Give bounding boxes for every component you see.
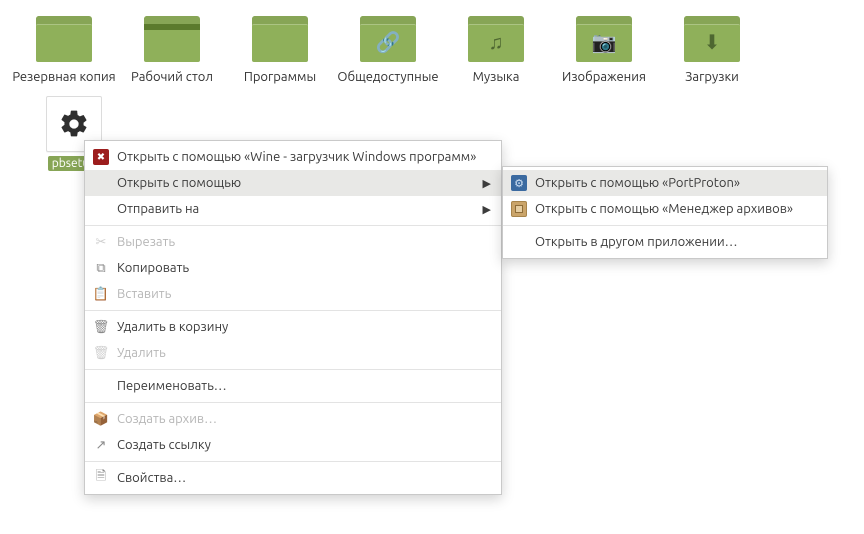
folder-icon: ♫ <box>468 16 524 64</box>
menu-item[interactable]: 🗎 Свойства… <box>85 465 501 491</box>
desktop-folder[interactable]: 📷 Изображения <box>550 10 658 84</box>
menu-separator <box>85 310 501 311</box>
desktop-folder[interactable]: 🔗 Общедоступные <box>334 10 442 84</box>
menu-item-label: Вырезать <box>117 235 491 249</box>
desktop-folder[interactable]: Резервная копия <box>10 10 118 84</box>
menu-item-label: Открыть с помощью <box>117 176 473 190</box>
menu-item: 📋 Вставить <box>85 281 501 307</box>
menu-item-label: Свойства… <box>117 471 491 485</box>
submenu-arrow-icon: ▶ <box>481 203 491 216</box>
desktop-folder-label: Загрузки <box>685 70 739 84</box>
context-submenu: Открыть с помощью «PortProton» Открыть с … <box>502 166 828 259</box>
desktop-folder-label: Общедоступные <box>337 70 438 84</box>
menu-item[interactable]: 🗑 Удалить в корзину <box>85 314 501 340</box>
menu-item[interactable]: Открыть с помощью «Wine - загрузчик Wind… <box>85 144 501 170</box>
link-icon: ↗ <box>96 438 107 453</box>
trash-icon: 🗑 <box>93 320 110 335</box>
menu-item: 🗑 Удалить <box>85 340 501 366</box>
folder-icon: 🔗 <box>360 16 416 64</box>
menu-item[interactable]: ⧉ Копировать <box>85 255 501 281</box>
folder-icon <box>144 16 200 64</box>
menu-item[interactable]: Открыть с помощью «PortProton» <box>503 170 827 196</box>
folder-icon: ⬇ <box>684 16 740 64</box>
portproton-icon <box>511 175 527 191</box>
cut-icon: ✂ <box>96 235 107 250</box>
desktop-folder-label: Изображения <box>562 70 646 84</box>
menu-item-label: Отправить на <box>117 202 473 216</box>
menu-item-label: Удалить в корзину <box>117 320 491 334</box>
menu-item-label: Создать ссылку <box>117 438 491 452</box>
menu-item-label: Открыть с помощью «Менеджер архивов» <box>535 202 817 216</box>
menu-item[interactable]: Переименовать… <box>85 373 501 399</box>
menu-separator <box>85 461 501 462</box>
desktop-folder[interactable]: ♫ Музыка <box>442 10 550 84</box>
menu-separator <box>85 369 501 370</box>
props-icon: 🗎 <box>96 467 106 489</box>
menu-item: ✂ Вырезать <box>85 229 501 255</box>
archive-manager-icon <box>511 201 527 217</box>
menu-item[interactable]: ↗ Создать ссылку <box>85 432 501 458</box>
menu-separator <box>503 225 827 226</box>
menu-separator <box>85 225 501 226</box>
delete-icon: 🗑 <box>93 346 110 361</box>
gear-icon <box>58 108 90 140</box>
menu-item[interactable]: Отправить на ▶ <box>85 196 501 222</box>
folder-icon <box>252 16 308 64</box>
menu-item-label: Вставить <box>117 287 491 301</box>
desktop-folder[interactable]: Рабочий стол <box>118 10 226 84</box>
menu-item[interactable]: Открыть с помощью ▶ <box>85 170 501 196</box>
folder-icon: 📷 <box>576 16 632 64</box>
desktop-folder-label: Музыка <box>473 70 520 84</box>
folder-icon <box>36 16 92 64</box>
desktop-folder-label: Резервная копия <box>12 70 115 84</box>
menu-item-label: Копировать <box>117 261 491 275</box>
menu-item-label: Открыть с помощью «PortProton» <box>535 176 817 190</box>
menu-item[interactable]: Открыть в другом приложении… <box>503 229 827 255</box>
desktop-folder[interactable]: Программы <box>226 10 334 84</box>
menu-item[interactable]: Открыть с помощью «Менеджер архивов» <box>503 196 827 222</box>
submenu-arrow-icon: ▶ <box>481 177 491 190</box>
copy-icon: ⧉ <box>96 261 105 276</box>
menu-item-label: Переименовать… <box>117 379 491 393</box>
desktop-icons-row: Резервная копия Рабочий стол Программы 🔗 Общ… <box>0 0 864 84</box>
context-menu: Открыть с помощью «Wine - загрузчик Wind… <box>84 140 502 495</box>
desktop-folder-label: Рабочий стол <box>131 70 213 84</box>
wine-icon <box>93 149 109 165</box>
menu-separator <box>85 402 501 403</box>
menu-item-label: Открыть в другом приложении… <box>535 235 817 249</box>
desktop-folder[interactable]: ⬇ Загрузки <box>658 10 766 84</box>
paste-icon: 📋 <box>93 287 109 302</box>
menu-item-label: Создать архив… <box>117 412 491 426</box>
menu-item-label: Удалить <box>117 346 491 360</box>
archive-icon: 📦 <box>93 412 109 427</box>
menu-item-label: Открыть с помощью «Wine - загрузчик Wind… <box>117 150 491 164</box>
desktop-folder-label: Программы <box>244 70 316 84</box>
menu-item: 📦 Создать архив… <box>85 406 501 432</box>
